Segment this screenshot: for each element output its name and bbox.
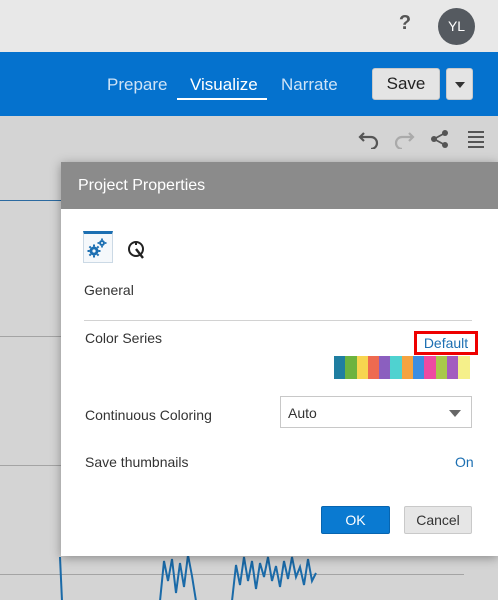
palette-swatch xyxy=(345,356,357,379)
palette-swatch xyxy=(334,356,346,379)
palette-swatch xyxy=(356,356,368,379)
continuous-coloring-value: Auto xyxy=(288,405,317,421)
dialog-title: Project Properties xyxy=(78,177,206,194)
cancel-button[interactable]: Cancel xyxy=(404,506,472,534)
active-tab-underline xyxy=(177,98,267,100)
color-palette-preview[interactable] xyxy=(334,356,470,379)
palette-swatch xyxy=(424,356,436,379)
share-icon[interactable] xyxy=(429,129,451,149)
palette-swatch xyxy=(390,356,402,379)
palette-swatch xyxy=(401,356,414,379)
palette-swatch xyxy=(435,356,447,379)
save-thumbnails-toggle[interactable]: On xyxy=(455,454,474,470)
color-series-label: Color Series xyxy=(85,330,163,346)
save-thumbnails-label: Save thumbnails xyxy=(85,454,189,470)
save-button[interactable]: Save xyxy=(372,68,440,100)
continuous-coloring-select[interactable]: Auto xyxy=(280,396,472,428)
palette-swatch xyxy=(413,356,425,379)
palette-swatch xyxy=(367,356,380,379)
section-divider xyxy=(84,320,472,321)
project-properties-dialog: Project Properties General Color Series … xyxy=(61,162,498,556)
performance-icon[interactable] xyxy=(125,238,149,262)
redo-icon[interactable] xyxy=(393,129,415,149)
top-bar: ? YL xyxy=(0,0,498,52)
dialog-header: Project Properties xyxy=(61,162,498,209)
palette-swatch xyxy=(446,356,459,379)
palette-swatch xyxy=(458,356,470,379)
undo-icon[interactable] xyxy=(358,129,380,149)
tab-narrate[interactable]: Narrate xyxy=(281,75,338,95)
tab-general[interactable] xyxy=(83,231,113,263)
chevron-down-icon xyxy=(449,410,461,417)
help-icon[interactable]: ? xyxy=(395,12,415,35)
gears-icon xyxy=(87,238,107,258)
tab-prepare[interactable]: Prepare xyxy=(107,75,167,95)
section-label-general: General xyxy=(84,282,134,298)
color-series-default-link[interactable]: Default xyxy=(414,331,478,355)
palette-swatch xyxy=(379,356,391,379)
menu-icon[interactable] xyxy=(465,129,487,149)
continuous-coloring-label: Continuous Coloring xyxy=(85,407,212,423)
tab-visualize[interactable]: Visualize xyxy=(190,75,258,95)
save-options-chevron-down-icon[interactable] xyxy=(446,68,473,100)
ok-button[interactable]: OK xyxy=(321,506,390,534)
user-avatar[interactable]: YL xyxy=(438,8,475,45)
